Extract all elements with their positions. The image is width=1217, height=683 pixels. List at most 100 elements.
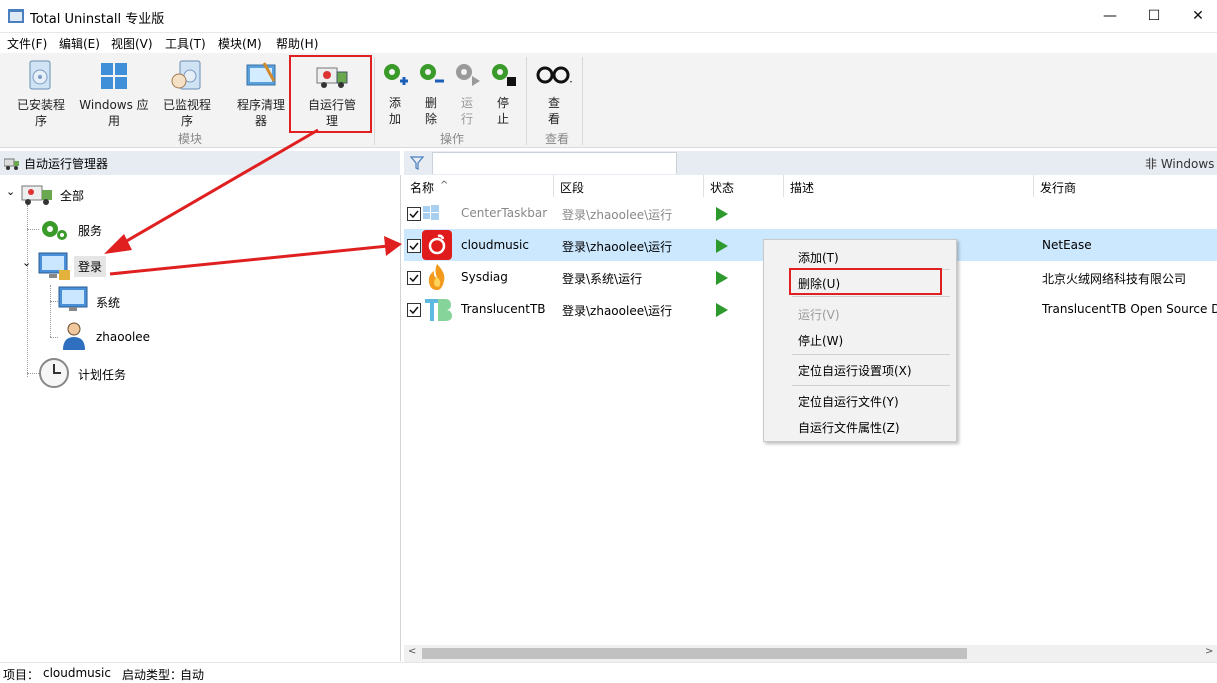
annotation-box-delete — [789, 268, 942, 295]
row-name: CenterTaskbar — [461, 206, 548, 220]
maximize-button[interactable]: ☐ — [1131, 0, 1177, 32]
scrollbar-thumb[interactable] — [422, 648, 967, 659]
row-publisher: 北京火绒网络科技有限公司 — [1042, 272, 1187, 286]
ctx-add[interactable]: 添加(T) — [798, 249, 839, 266]
filter-input[interactable] — [432, 152, 677, 174]
row-name: Sysdiag — [461, 270, 508, 284]
ctx-locate-item[interactable]: 定位自运行设置项(X) — [798, 362, 912, 379]
running-status-icon — [716, 271, 728, 285]
delete-button[interactable]: 删除 — [416, 59, 446, 127]
program-cleaner-button[interactable]: 程序清理器 — [232, 59, 290, 129]
status-item-label: 项目： — [3, 668, 40, 682]
ctx-locate-file[interactable]: 定位自运行文件(Y) — [798, 393, 899, 410]
status-start-label: 启动类型： — [122, 668, 183, 682]
installed-programs-icon — [29, 60, 51, 90]
column-status[interactable]: 状态 — [710, 179, 734, 196]
run-button[interactable]: 运行 — [452, 59, 482, 127]
tree-item-user[interactable]: zhaoolee — [96, 330, 150, 344]
row-checkbox[interactable] — [407, 207, 421, 221]
huorong-flame-icon — [428, 264, 445, 290]
windows-apps-icon — [101, 63, 127, 89]
menu-bar: 文件(F) 编辑(E) 视图(V) 工具(T) 模块(M) 帮助(H) — [0, 33, 1217, 53]
tree-item-all[interactable]: 全部 — [60, 187, 84, 204]
menu-tools[interactable]: 工具(T) — [165, 35, 206, 52]
running-status-icon — [716, 207, 728, 221]
row-section: 登录\系统\运行 — [562, 272, 643, 286]
installed-programs-button[interactable]: 已安装程序 — [12, 59, 70, 129]
column-publisher[interactable]: 发行商 — [1040, 179, 1076, 196]
collapse-all-chevron-icon[interactable]: ⌄ — [6, 185, 15, 198]
list-column-headers: 名称 ^ 区段 状态 描述 发行商 — [404, 175, 1217, 197]
collapse-login-chevron-icon[interactable]: ⌄ — [22, 256, 31, 269]
ctx-file-properties[interactable]: 自运行文件属性(Z) — [798, 419, 900, 436]
windows-apps-button[interactable]: Windows 应用 — [78, 59, 150, 129]
menu-view[interactable]: 视图(V) — [111, 35, 153, 52]
minimize-button[interactable]: — — [1087, 0, 1133, 32]
row-checkbox[interactable] — [407, 303, 421, 317]
actions-group-label: 操作 — [440, 132, 465, 146]
stop-gear-icon — [492, 64, 516, 86]
row-checkbox[interactable] — [407, 239, 421, 253]
app-icon — [8, 9, 24, 23]
table-row[interactable]: CenterTaskbar 登录\zhaoolee\运行 — [404, 197, 1217, 229]
ctx-run[interactable]: 运行(V) — [798, 306, 840, 323]
title-bar: Total Uninstall 专业版 — ☐ ✕ — [0, 0, 1217, 32]
program-cleaner-icon — [246, 62, 276, 86]
monitored-programs-icon — [171, 60, 201, 90]
column-section[interactable]: 区段 — [560, 179, 584, 196]
left-pane-title: 自动运行管理器 — [24, 157, 109, 171]
row-name: cloudmusic — [461, 238, 529, 252]
sort-ascending-icon: ^ — [440, 180, 449, 191]
modules-group-label: 模块 — [178, 132, 203, 146]
non-windows-label: 非 Windows — [1145, 157, 1215, 171]
row-section: 登录\zhaoolee\运行 — [562, 304, 673, 318]
monitored-programs-button[interactable]: 已监视程序 — [158, 59, 216, 129]
windows-logo-icon — [423, 205, 439, 220]
tree-item-scheduled-tasks[interactable]: 计划任务 — [78, 366, 126, 383]
row-publisher: NetEase — [1042, 238, 1092, 252]
close-button[interactable]: ✕ — [1175, 0, 1217, 32]
netease-music-icon — [422, 230, 452, 260]
running-status-icon — [716, 303, 728, 317]
translucenttb-icon — [425, 299, 452, 321]
add-button[interactable]: 添加 — [380, 59, 410, 127]
status-item-value: cloudmusic — [43, 666, 111, 680]
user-icon — [63, 322, 85, 350]
menu-edit[interactable]: 编辑(E) — [59, 35, 100, 52]
row-section: 登录\zhaoolee\运行 — [562, 240, 673, 254]
menu-file[interactable]: 文件(F) — [7, 35, 47, 52]
left-pane-header: 自动运行管理器 — [0, 151, 400, 175]
row-name: TranslucentTB — [461, 302, 546, 316]
add-gear-icon — [384, 64, 408, 85]
horizontal-scrollbar[interactable]: < > — [404, 645, 1217, 662]
run-gear-icon — [456, 64, 480, 86]
status-start-value: 自动 — [180, 668, 205, 682]
filter-icon[interactable] — [410, 156, 424, 170]
tree-item-system[interactable]: 系统 — [96, 294, 120, 311]
running-status-icon — [716, 239, 728, 253]
scroll-right-arrow-icon[interactable]: > — [1205, 646, 1213, 657]
ribbon-toolbar: 已安装程序 Windows 应用 已监视程序 程序清理器 自运行管理 模块 添加 — [0, 53, 1217, 148]
view-group-label: 查看 — [545, 132, 570, 146]
row-checkbox[interactable] — [407, 271, 421, 285]
category-tree: ⌄ 全部 服务 ⌄ 登录 系统 zhaoolee 计划任务 — [0, 175, 401, 661]
tree-item-services[interactable]: 服务 — [78, 222, 102, 239]
row-publisher: TranslucentTB Open Source D — [1042, 302, 1217, 316]
system-monitor-icon — [58, 286, 88, 311]
stop-button[interactable]: 停止 — [488, 59, 518, 127]
truck-icon — [4, 158, 19, 170]
scheduled-tasks-clock-icon — [39, 358, 69, 388]
status-bar: 项目： cloudmusic 启动类型： 自动 — [0, 662, 1217, 683]
tree-item-login[interactable]: 登录 — [74, 256, 107, 277]
menu-help[interactable]: 帮助(H) — [276, 35, 318, 52]
column-description[interactable]: 描述 — [790, 179, 814, 196]
row-section: 登录\zhaoolee\运行 — [562, 208, 673, 222]
delete-gear-icon — [420, 64, 444, 83]
view-button[interactable]: 查看 — [532, 59, 576, 127]
glasses-icon — [536, 66, 572, 84]
autorun-truck-icon — [21, 185, 52, 205]
ctx-stop[interactable]: 停止(W) — [798, 332, 843, 349]
menu-modules[interactable]: 模块(M) — [218, 35, 262, 52]
column-name[interactable]: 名称 — [410, 179, 434, 196]
scroll-left-arrow-icon[interactable]: < — [408, 646, 416, 657]
